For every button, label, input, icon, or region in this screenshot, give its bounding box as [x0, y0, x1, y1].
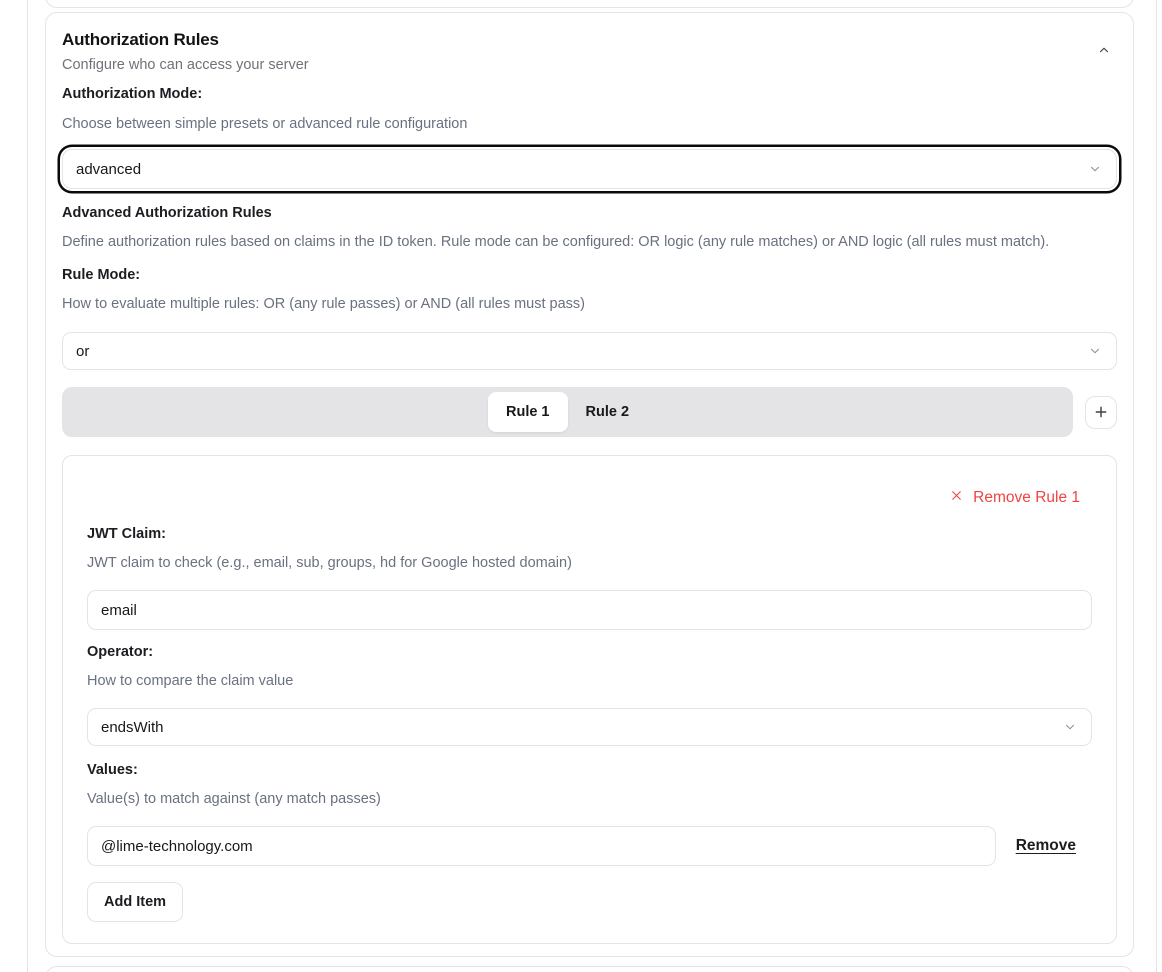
plus-icon [1093, 404, 1109, 420]
value-item-row: Remove [87, 826, 1092, 866]
remove-value-link[interactable]: Remove [1016, 837, 1076, 855]
card-subtitle: Configure who can access your server [62, 57, 309, 73]
rules-tabs-row: Rule 1 Rule 2 [62, 387, 1117, 437]
card-header: Authorization Rules Configure who can ac… [62, 31, 1117, 73]
tab-rule-2[interactable]: Rule 2 [568, 392, 648, 432]
advanced-rules-description: Define authorization rules based on clai… [62, 235, 1117, 250]
rule-1-card: Remove Rule 1 JWT Claim: JWT claim to ch… [62, 455, 1117, 944]
tab-rule-1[interactable]: Rule 1 [488, 392, 568, 432]
chevron-down-icon [1063, 720, 1077, 734]
operator-label: Operator: [87, 645, 1092, 660]
card-header-text: Authorization Rules Configure who can ac… [62, 31, 309, 73]
rules-tab-list: Rule 1 Rule 2 [62, 387, 1073, 437]
settings-page: Authorization Rules Configure who can ac… [0, 0, 1162, 972]
remove-rule-label: Remove Rule 1 [973, 489, 1080, 507]
add-rule-button[interactable] [1085, 396, 1117, 429]
operator-select-value: endsWith [101, 719, 164, 736]
operator-select[interactable]: endsWith [87, 708, 1092, 746]
chevron-down-icon [1088, 162, 1102, 176]
operator-description: How to compare the claim value [87, 674, 1092, 689]
authorization-mode-description: Choose between simple presets or advance… [62, 117, 1117, 132]
chevron-up-icon [1097, 45, 1111, 60]
chevron-down-icon [1088, 344, 1102, 358]
jwt-claim-label: JWT Claim: [87, 527, 1092, 542]
rule-mode-label: Rule Mode: [62, 268, 1117, 283]
rule-mode-select-value: or [76, 343, 89, 360]
values-description: Value(s) to match against (any match pas… [87, 792, 1092, 807]
previous-section-card [45, 0, 1134, 8]
authorization-mode-select-value: advanced [76, 161, 141, 178]
values-label: Values: [87, 763, 1092, 778]
jwt-claim-description: JWT claim to check (e.g., email, sub, gr… [87, 556, 1092, 571]
card-title: Authorization Rules [62, 31, 309, 49]
value-input[interactable] [87, 826, 996, 866]
advanced-rules-label: Advanced Authorization Rules [62, 206, 1117, 221]
x-icon [949, 488, 964, 508]
remove-rule-row: Remove Rule 1 [87, 480, 1092, 516]
add-item-button[interactable]: Add Item [87, 882, 183, 922]
rule-mode-description: How to evaluate multiple rules: OR (any … [62, 297, 1117, 312]
rule-mode-select[interactable]: or [62, 332, 1117, 370]
next-section-card [45, 966, 1134, 972]
authorization-rules-card: Authorization Rules Configure who can ac… [45, 12, 1134, 957]
collapse-section-button[interactable] [1093, 39, 1115, 61]
authorization-mode-label: Authorization Mode: [62, 87, 1117, 102]
remove-rule-button[interactable]: Remove Rule 1 [937, 480, 1092, 516]
authorization-mode-select[interactable]: advanced [62, 149, 1117, 189]
jwt-claim-input[interactable] [87, 590, 1092, 630]
